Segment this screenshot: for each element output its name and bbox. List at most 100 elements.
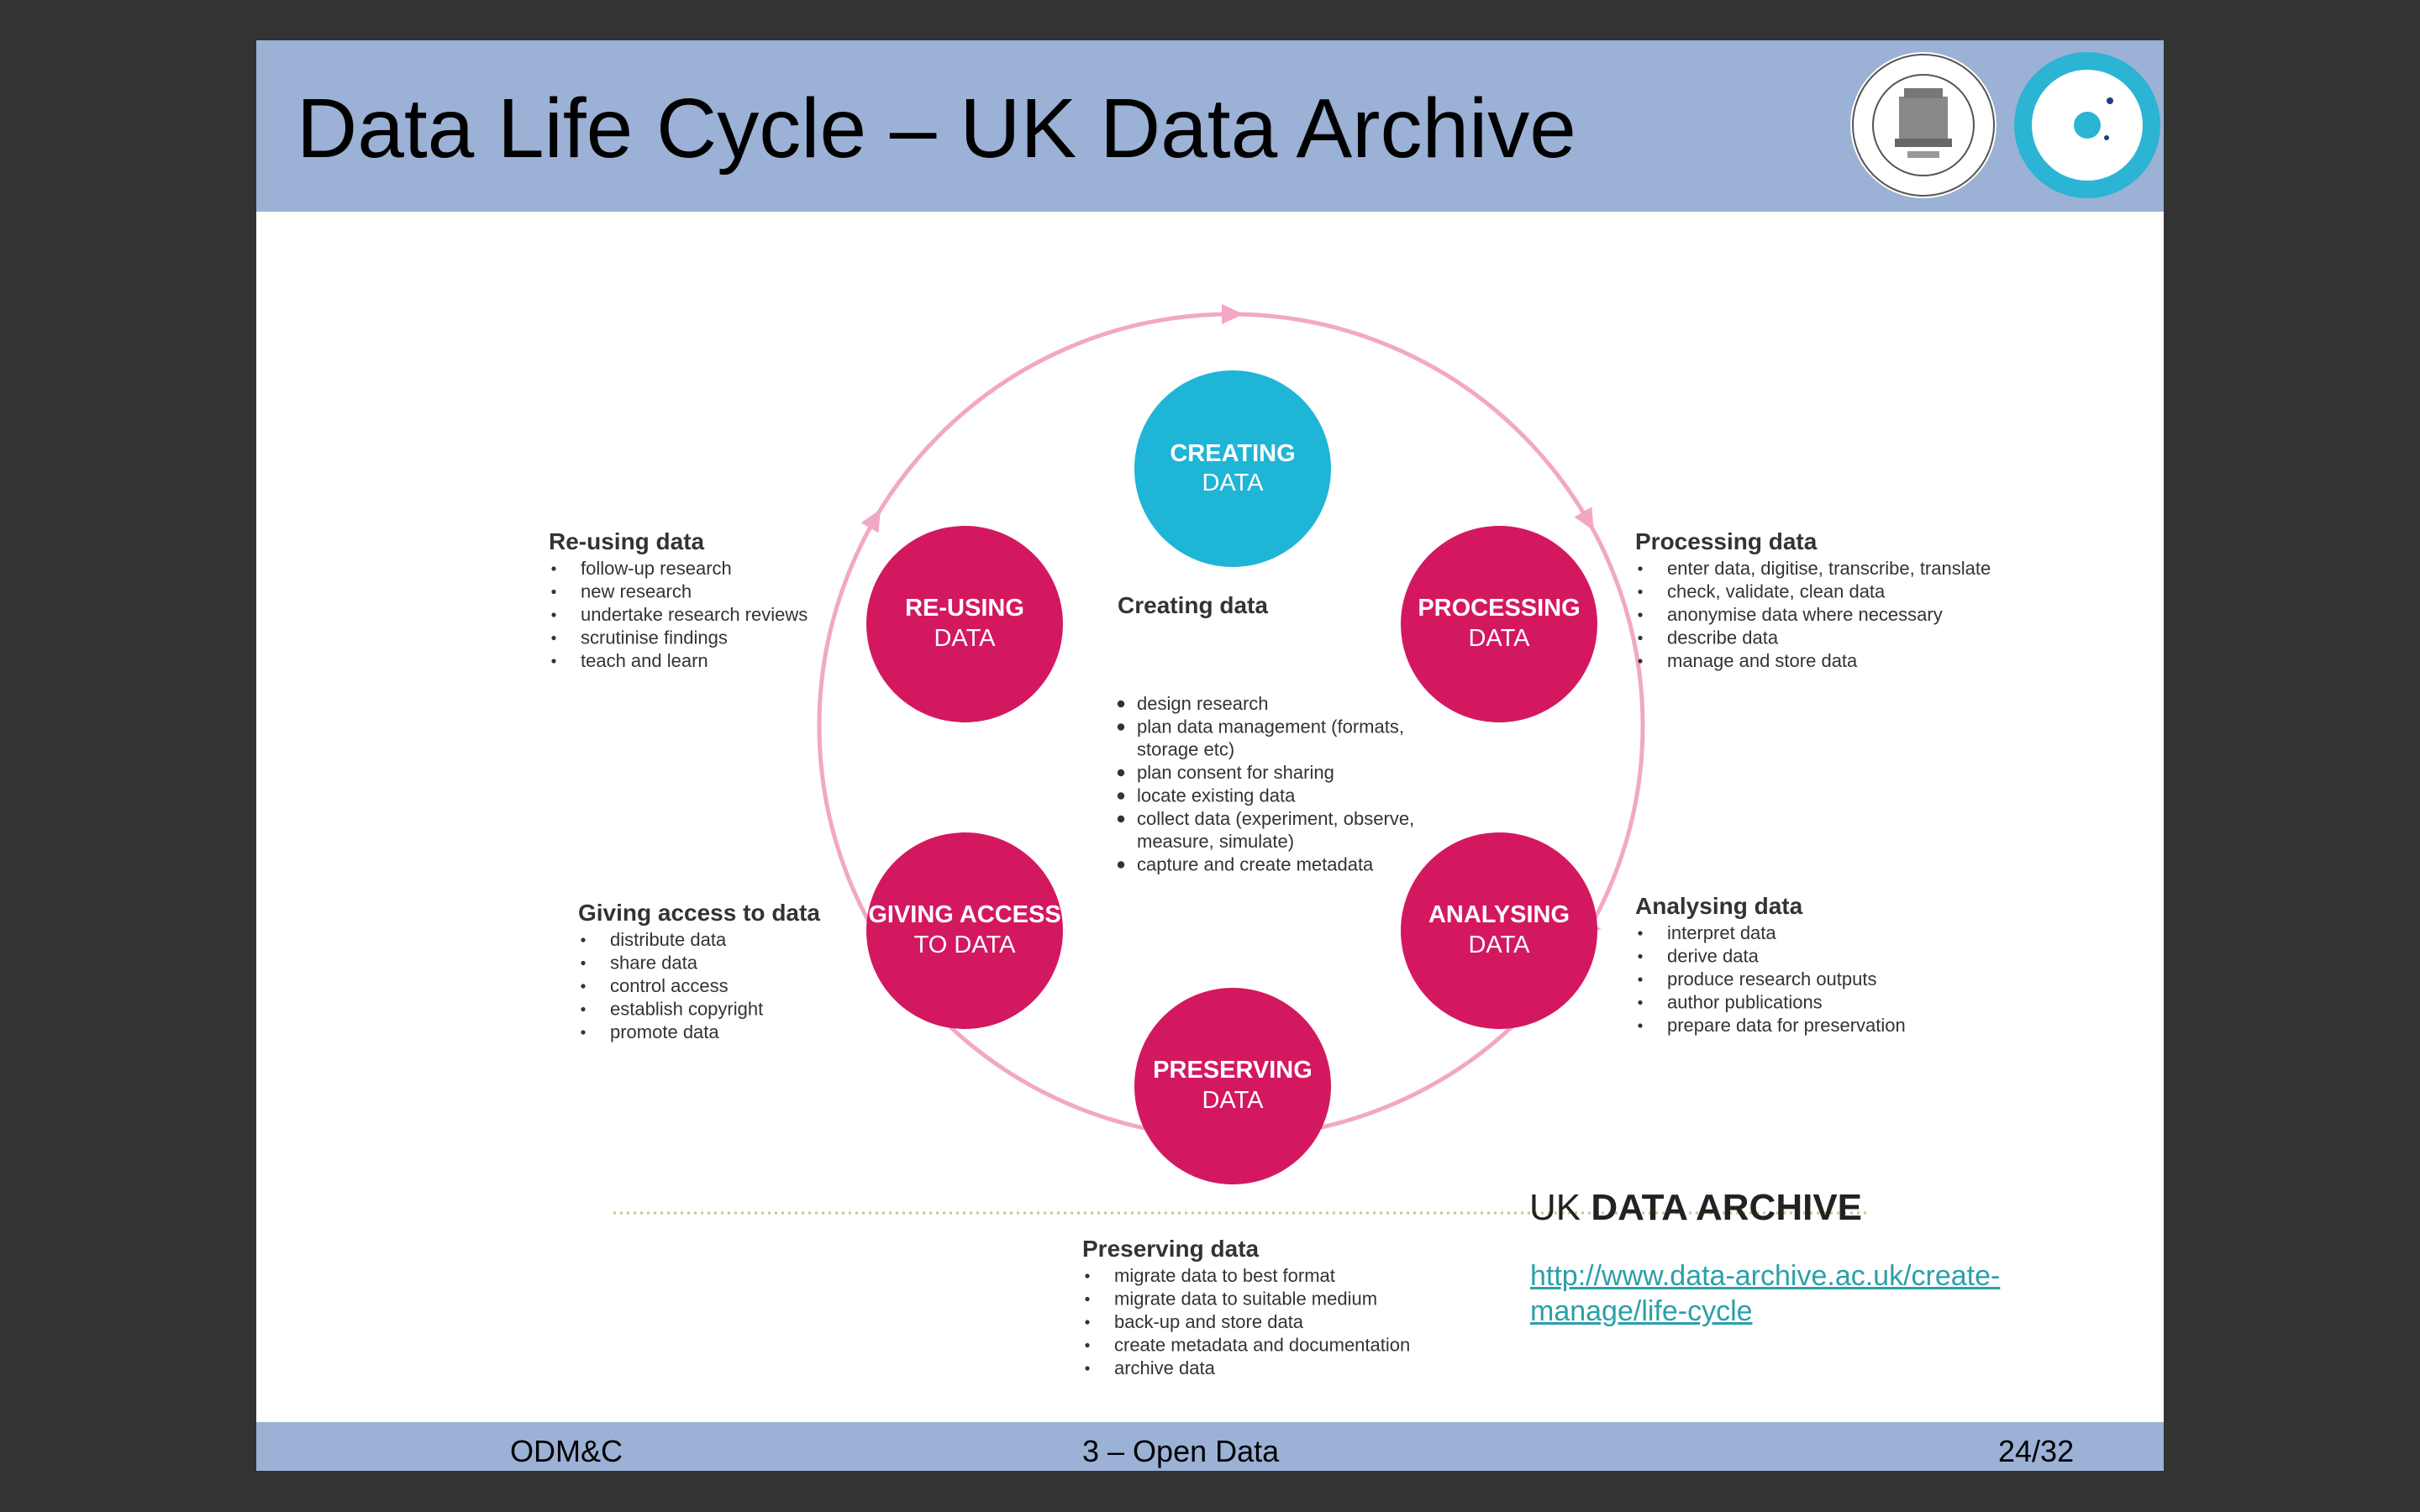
giving-panel-item: control access [610, 975, 729, 996]
processing-panel-item: describe data [1667, 627, 1779, 648]
preserving-panel-item: archive data [1114, 1357, 1216, 1378]
bullet-dot [1085, 1296, 1090, 1302]
uk-data-archive-brand: UK DATA ARCHIVE [1529, 1187, 1862, 1229]
bullet-dot [551, 612, 556, 617]
brand-bold: DATA ARCHIVE [1591, 1187, 1863, 1228]
bullet-dot [551, 659, 556, 664]
analysing-panel-item: prepare data for preservation [1667, 1015, 1906, 1036]
node-giving-access: GIVING ACCESS TO DATA [866, 832, 1063, 1029]
preserving-panel-item: create metadata and documentation [1114, 1335, 1410, 1356]
link-line1[interactable]: http://www.data-archive.ac.uk/create- [1530, 1258, 2000, 1294]
observatory-seal-logo [2014, 52, 2160, 198]
bullet-dot [581, 1030, 586, 1035]
giving-panel-item: establish copyright [610, 999, 763, 1020]
analysing-panel-item: derive data [1667, 946, 1760, 967]
footer-left: ODM&C [510, 1434, 623, 1468]
slide-header: Data Life Cycle – UK Data Archive [256, 40, 2164, 212]
node-preserving-line1: PRESERVING [1153, 1057, 1313, 1084]
university-seal-logo [1850, 52, 1996, 198]
reusing-panel-item: new research [581, 581, 692, 602]
analysing-panel-item: produce research outputs [1667, 969, 1877, 990]
node-creating-line1: CREATING [1170, 440, 1295, 467]
creating-data-item: design research [1137, 693, 1269, 714]
creating-data-item: plan consent for sharing [1137, 762, 1334, 783]
preserving-panel-item: back-up and store data [1114, 1311, 1304, 1332]
bullet-dot [1638, 1023, 1643, 1028]
node-analysing: ANALYSING DATA [1401, 832, 1597, 1029]
bullet-dot [1085, 1342, 1090, 1348]
reusing-panel-item: teach and learn [581, 650, 708, 671]
node-reusing-line1: RE-USING [905, 595, 1024, 622]
reusing-panel-heading: Re-using data [549, 528, 705, 554]
processing-panel-item: check, validate, clean data [1667, 581, 1886, 602]
node-analysing-line1: ANALYSING [1428, 901, 1570, 928]
processing-panel-item: enter data, digitise, transcribe, transl… [1667, 558, 1991, 579]
cycle-arrow [1222, 304, 1244, 324]
bullet-dot [1638, 931, 1643, 936]
node-preserving: PRESERVING DATA [1134, 988, 1331, 1184]
bullet-dot [1638, 589, 1643, 595]
bullet-dot [1117, 792, 1125, 800]
bullet-dot [581, 984, 586, 989]
node-analysing-line2: DATA [1468, 932, 1530, 958]
bullet-dot [581, 937, 586, 942]
slide: Data Life Cycle – UK Data Archive CREATI… [256, 40, 2164, 1471]
link-line2[interactable]: manage/life-cycle [1530, 1294, 2000, 1329]
node-creating-line2: DATA [1202, 470, 1264, 496]
bullet-dot [1117, 815, 1125, 823]
bullet-dot [1117, 861, 1125, 869]
creating-data-item: collect data (experiment, observe, [1137, 808, 1414, 829]
node-processing-line2: DATA [1468, 625, 1530, 652]
preserving-panel-item: migrate data to best format [1114, 1265, 1335, 1286]
slide-footer: ODM&C 3 – Open Data 24/32 [256, 1422, 2164, 1471]
node-giving-line2: TO DATA [914, 932, 1017, 958]
bullet-dot [1117, 723, 1125, 731]
bullet-dot [1085, 1320, 1090, 1325]
node-creating: CREATING DATA [1134, 370, 1331, 567]
cycle-arrow [1574, 507, 1594, 531]
bullet-dot [1638, 977, 1643, 982]
analysing-panel-heading: Analysing data [1635, 893, 1803, 919]
bullet-dot [1085, 1366, 1090, 1371]
preserving-panel-heading: Preserving data [1082, 1236, 1260, 1262]
creating-data-item: storage etc) [1137, 739, 1234, 760]
bullet-dot [1638, 659, 1643, 664]
processing-panel-item: anonymise data where necessary [1667, 604, 1943, 625]
creating-data-panel: Creating data design research plan data m… [1117, 592, 1414, 875]
bullet-dot [1638, 635, 1643, 641]
giving-panel-item: distribute data [610, 929, 727, 950]
node-preserving-line2: DATA [1202, 1087, 1264, 1114]
giving-panel-item: promote data [610, 1021, 719, 1042]
analysing-data-panel: Analysing datainterpret dataderive datap… [1635, 893, 1906, 1036]
bullet-dot [1085, 1273, 1090, 1278]
analysing-panel-item: interpret data [1667, 922, 1776, 943]
bullet-dot [1117, 769, 1125, 777]
bullet-dot [581, 960, 586, 966]
brand-light: UK [1529, 1187, 1591, 1228]
creating-data-item: locate existing data [1137, 785, 1296, 806]
node-reusing-line2: DATA [934, 625, 996, 652]
bullet-dot [581, 1006, 586, 1012]
preserving-data-panel: Preserving data migrate data to best form… [1082, 1236, 1410, 1378]
processing-data-panel: Processing data enter data, digitise, tra… [1635, 528, 1991, 671]
reusing-panel-item: undertake research reviews [581, 604, 808, 625]
analysing-panel-item: author publications [1667, 992, 1823, 1013]
reusing-data-panel: Re-using data follow-up researchnew resea… [549, 528, 808, 671]
creating-data-item: capture and create metadata [1137, 854, 1374, 875]
life-cycle-diagram: CREATING DATA PROCESSING DATA ANALYSING … [549, 304, 1991, 1378]
footer-page-number: 24/32 [1998, 1434, 2075, 1468]
slide-title: Data Life Cycle – UK Data Archive [297, 81, 1576, 176]
processing-panel-item: manage and store data [1667, 650, 1858, 671]
node-processing-line1: PROCESSING [1418, 595, 1580, 622]
node-reusing: RE-USING DATA [866, 526, 1063, 722]
bullet-dot [1117, 700, 1125, 708]
bullet-dot [1638, 566, 1643, 571]
bullet-dot [551, 589, 556, 595]
bullet-dot [1638, 953, 1643, 959]
node-processing: PROCESSING DATA [1401, 526, 1597, 722]
node-giving-line1: GIVING ACCESS [868, 901, 1060, 928]
life-cycle-link[interactable]: http://www.data-archive.ac.uk/create- ma… [1530, 1258, 2000, 1329]
footer-center: 3 – Open Data [1082, 1434, 1280, 1468]
cycle-arrow [860, 509, 881, 533]
reusing-panel-item: scrutinise findings [581, 627, 728, 648]
